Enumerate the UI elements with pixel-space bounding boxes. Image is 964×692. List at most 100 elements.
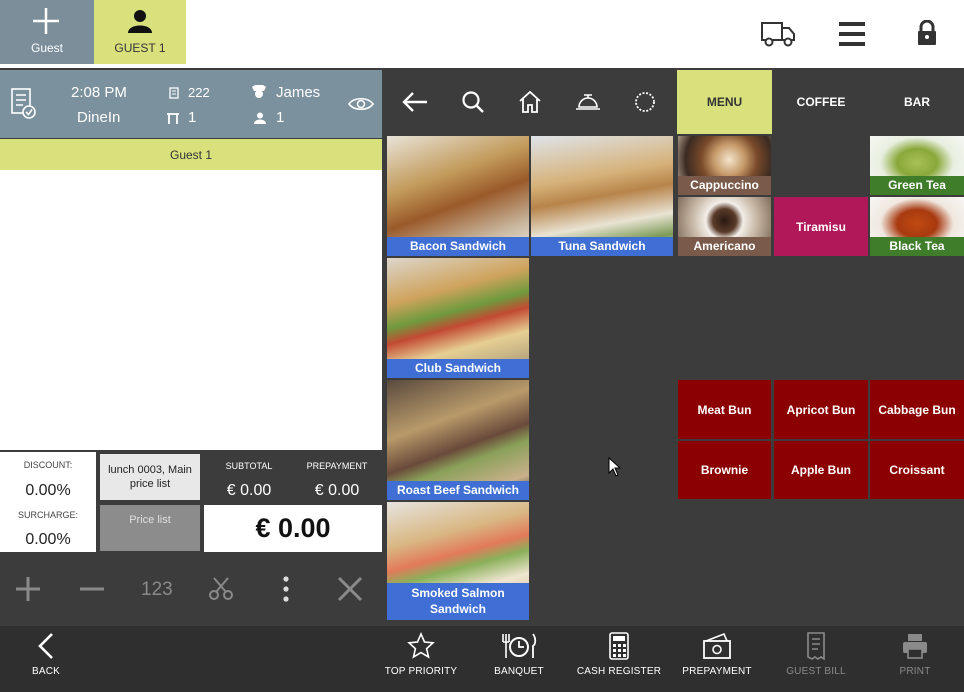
service-bell-icon[interactable] <box>575 91 601 113</box>
top-priority-button[interactable]: TOP PRIORITY <box>376 632 466 677</box>
product-name: Club Sandwich <box>387 359 529 378</box>
tab-menu[interactable]: MENU <box>677 70 772 134</box>
guest-bill-label: GUEST BILL <box>786 666 846 677</box>
discount-surcharge-box[interactable]: DISCOUNT: 0.00% SURCHARGE: 0.00% <box>0 452 96 552</box>
person-icon <box>128 10 152 33</box>
bill-icon <box>807 632 825 660</box>
product-tile-brownie[interactable]: Brownie <box>678 441 771 499</box>
product-tile-roast-beef-sandwich[interactable]: Roast Beef Sandwich <box>387 380 529 500</box>
product-name: Green Tea <box>870 176 964 195</box>
prepayment-value: € 0.00 <box>314 482 360 499</box>
product-tile-apple-bun[interactable]: Apple Bun <box>774 441 868 499</box>
product-name: Roast Beef Sandwich <box>387 481 529 500</box>
price-list-button[interactable]: lunch 0003, Main price list <box>100 454 200 500</box>
product-name: Bacon Sandwich <box>387 237 529 256</box>
product-tile-club-sandwich[interactable]: Club Sandwich <box>387 258 529 378</box>
guest-count-icon <box>254 112 266 124</box>
delivery-truck-icon[interactable] <box>760 20 796 48</box>
printer-icon <box>903 634 927 659</box>
subtotal-value: € 0.00 <box>226 482 272 499</box>
money-bills-icon <box>703 632 731 659</box>
product-tile-cabbage-bun[interactable]: Cabbage Bun <box>870 380 964 439</box>
loading-circle-icon[interactable] <box>634 91 656 113</box>
tab-coffee[interactable]: COFFEE <box>774 70 868 134</box>
product-tile-americano[interactable]: Americano <box>678 197 771 256</box>
top-priority-label: TOP PRIORITY <box>384 666 458 677</box>
back-arrow-icon[interactable] <box>402 91 428 113</box>
banquet-label: BANQUET <box>494 666 544 677</box>
table-number: 1 <box>188 109 197 126</box>
banquet-clock-cutlery-icon <box>502 633 537 658</box>
eye-icon[interactable] <box>348 96 374 112</box>
search-icon[interactable] <box>461 90 485 114</box>
guest-strip[interactable]: Guest 1 <box>0 139 382 170</box>
guest-1-tab[interactable]: GUEST 1 <box>94 0 186 64</box>
guest-count: 1 <box>276 109 285 126</box>
waiter-name: James <box>276 84 321 101</box>
mouse-cursor-icon <box>608 457 622 477</box>
number-pad-button[interactable]: 123 <box>141 579 173 601</box>
surcharge-label: SURCHARGE: <box>17 510 78 520</box>
product-name: Smoked Salmon Sandwich <box>387 582 529 620</box>
product-name: Americano <box>678 237 771 256</box>
plus-icon[interactable] <box>15 576 41 602</box>
product-tile-green-tea[interactable]: Green Tea <box>870 136 964 195</box>
product-tile-bacon-sandwich[interactable]: Bacon Sandwich <box>387 136 529 256</box>
receipt-icon <box>169 87 179 99</box>
guest-1-label: GUEST 1 <box>114 41 166 55</box>
product-tile-cappuccino[interactable]: Cappuccino <box>678 136 771 195</box>
order-number: 222 <box>188 85 210 100</box>
plus-icon <box>33 8 59 34</box>
product-name: Tuna Sandwich <box>531 237 673 256</box>
total-value: € 0.00 <box>204 505 382 552</box>
bottom-action-bar: BACK TOP PRIORITY BANQUET CASH REGISTER … <box>0 626 964 692</box>
calculator-icon <box>609 632 629 660</box>
price-list-label: Price list <box>100 505 200 551</box>
product-tile-croissant[interactable]: Croissant <box>870 441 964 499</box>
close-icon[interactable] <box>337 576 363 602</box>
discount-value: 0.00% <box>25 482 71 499</box>
order-status-icon[interactable] <box>11 88 37 120</box>
subtotal-label: SUBTOTAL <box>225 461 273 471</box>
product-tile-black-tea[interactable]: Black Tea <box>870 197 964 256</box>
product-tile-tuna-sandwich[interactable]: Tuna Sandwich <box>531 136 673 256</box>
top-bar: Guest GUEST 1 <box>0 0 964 68</box>
order-mode: DineIn <box>77 109 121 126</box>
home-icon[interactable] <box>518 90 542 114</box>
guest-bill-button[interactable]: GUEST BILL <box>771 632 861 677</box>
lock-icon[interactable] <box>917 20 937 46</box>
product-name: Cappuccino <box>678 176 771 195</box>
print-button[interactable]: PRINT <box>870 632 960 677</box>
prepayment-label: PREPAYMENT <box>306 461 368 471</box>
cash-register-button[interactable]: CASH REGISTER <box>574 632 664 677</box>
back-button[interactable]: BACK <box>1 632 91 677</box>
product-tile-meat-bun[interactable]: Meat Bun <box>678 380 771 439</box>
print-label: PRINT <box>899 666 931 677</box>
product-tile-smoked-salmon-sandwich[interactable]: Smoked Salmon Sandwich <box>387 502 529 620</box>
split-scissors-icon[interactable] <box>208 576 234 602</box>
banquet-button[interactable]: BANQUET <box>474 632 564 677</box>
product-name: Black Tea <box>870 237 964 256</box>
order-time: 2:08 PM <box>71 84 127 101</box>
product-tile-apricot-bun[interactable]: Apricot Bun <box>774 380 868 439</box>
surcharge-value: 0.00% <box>25 531 71 548</box>
prepayment-label: PREPAYMENT <box>682 666 752 677</box>
order-items-list[interactable] <box>0 170 382 450</box>
discount-label: DISCOUNT: <box>23 460 73 470</box>
waiter-icon <box>252 85 266 98</box>
add-guest-label: Guest <box>30 41 63 55</box>
more-options-icon[interactable] <box>282 576 290 602</box>
back-label: BACK <box>31 666 61 677</box>
hamburger-menu-icon[interactable] <box>839 21 865 47</box>
tab-bar[interactable]: BAR <box>870 70 964 134</box>
order-header: 2:08 PM DineIn 222 1 James 1 <box>0 70 382 138</box>
add-guest-tab[interactable]: Guest <box>0 0 94 64</box>
star-icon <box>407 632 435 659</box>
prepayment-button[interactable]: PREPAYMENT <box>672 632 762 677</box>
table-icon <box>167 113 179 124</box>
product-tile-tiramisu[interactable]: Tiramisu <box>774 197 868 256</box>
product-navbar: MENU COFFEE BAR <box>386 70 964 134</box>
minus-icon[interactable] <box>79 576 105 602</box>
cash-register-label: CASH REGISTER <box>576 666 662 677</box>
totals-panel: DISCOUNT: 0.00% SURCHARGE: 0.00% lunch 0… <box>0 450 382 552</box>
